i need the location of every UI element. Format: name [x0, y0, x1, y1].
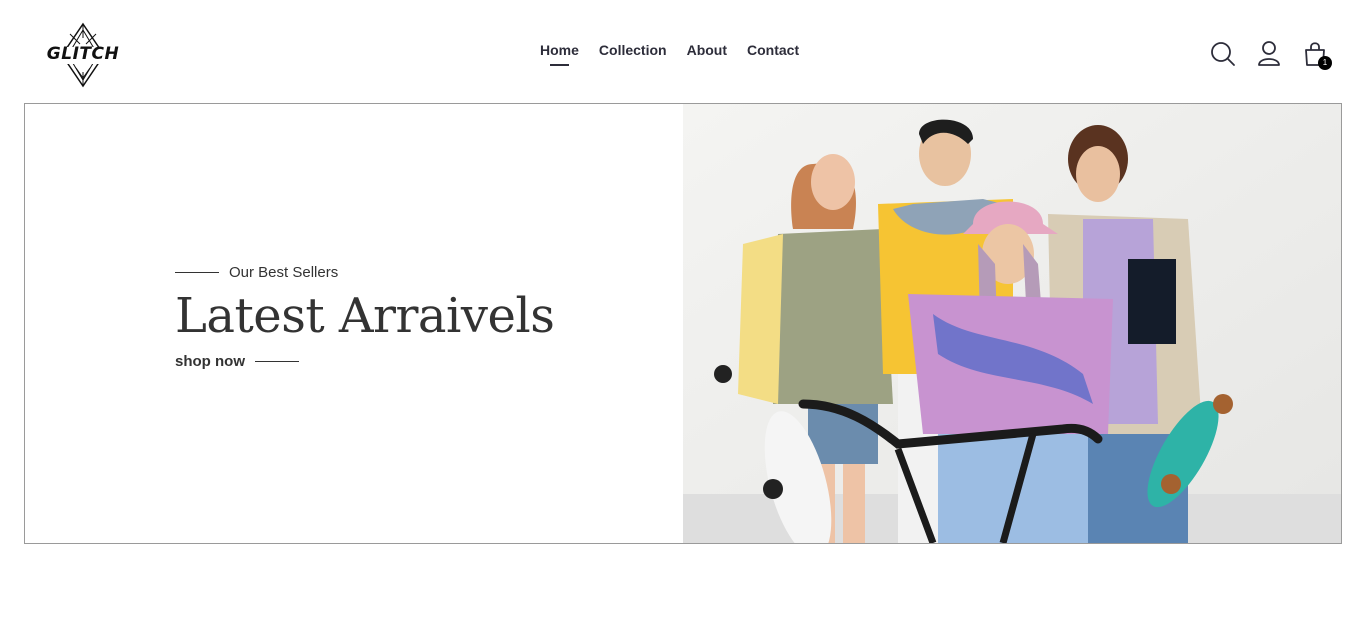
cart-count-badge: 1	[1318, 56, 1332, 70]
brand-logo[interactable]: GLITCH	[40, 22, 126, 88]
site-header: GLITCH Home Collection About Contact 1	[0, 0, 1366, 103]
eyebrow-divider	[175, 272, 219, 273]
nav-item-collection[interactable]: Collection	[599, 42, 667, 66]
hero-text-block: Our Best Sellers Latest Arraivels shop n…	[175, 264, 555, 370]
account-button[interactable]	[1256, 40, 1282, 68]
search-button[interactable]	[1210, 40, 1236, 68]
search-icon	[1211, 42, 1235, 66]
main-nav: Home Collection About Contact	[540, 42, 799, 66]
hero-eyebrow-text: Our Best Sellers	[229, 264, 339, 281]
cart-button[interactable]: 1	[1302, 40, 1332, 70]
shop-now-label: shop now	[175, 353, 245, 370]
user-icon	[1258, 41, 1280, 66]
hero-eyebrow: Our Best Sellers	[175, 264, 554, 281]
shop-now-divider	[255, 361, 299, 362]
brand-name: GLITCH	[46, 44, 120, 64]
shop-now-link[interactable]: shop now	[175, 353, 554, 370]
nav-item-home[interactable]: Home	[540, 42, 579, 66]
nav-item-about[interactable]: About	[687, 42, 727, 66]
header-actions: 1	[1210, 40, 1332, 70]
nav-item-contact[interactable]: Contact	[747, 42, 799, 66]
hero-photo	[683, 104, 1341, 543]
hero-banner: Our Best Sellers Latest Arraivels shop n…	[24, 103, 1342, 544]
hero-title: Latest Arraivels	[175, 288, 555, 344]
